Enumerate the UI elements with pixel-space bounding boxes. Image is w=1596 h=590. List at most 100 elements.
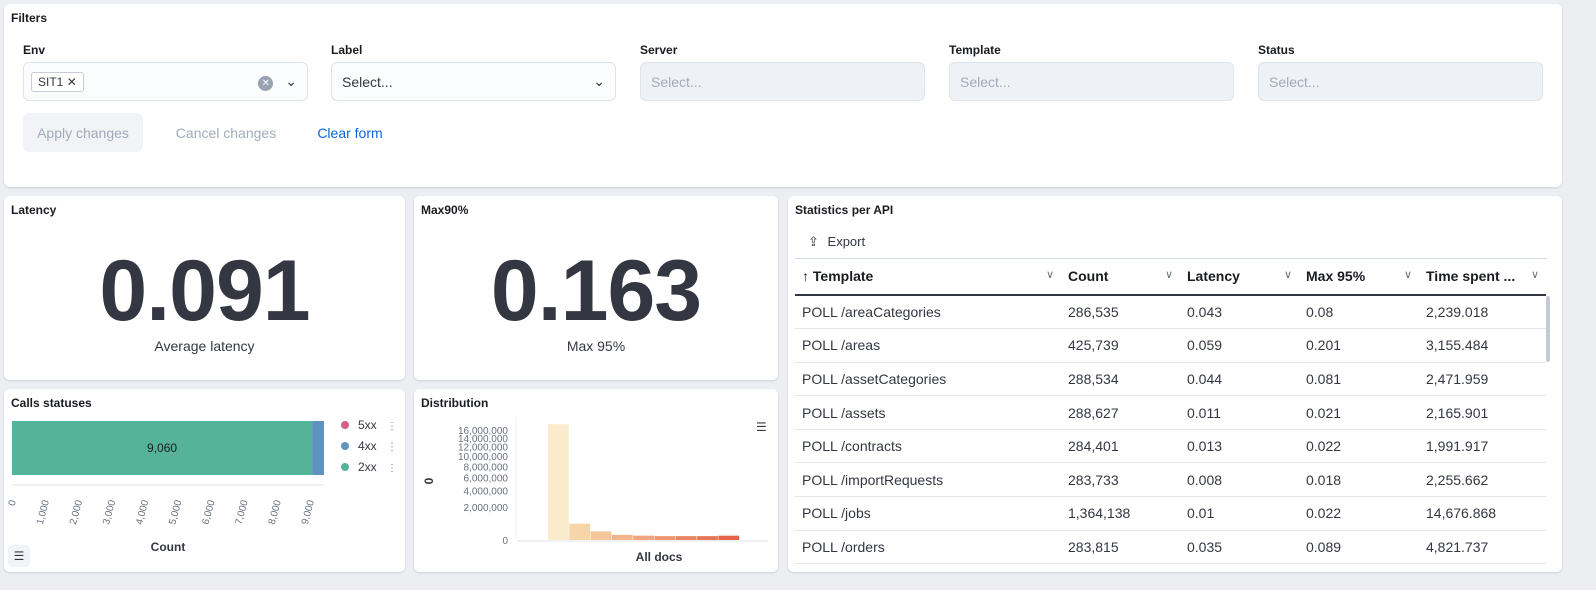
latency-panel: Latency 0.091 Average latency [4,196,405,380]
y-tick-label: 8,000,000 [464,462,509,473]
column-label: Template [812,268,874,284]
column-label: Latency [1187,268,1240,284]
chevron-down-icon[interactable]: ⌄ [285,73,297,89]
distribution-panel: Distribution 0 2,000,000 4,000,000 6,000,00… [414,389,778,572]
legend-options-icon: ⋮ [387,421,397,432]
apply-changes-button[interactable]: Apply changes [23,113,143,152]
table-cell: 0.021 [1299,395,1419,430]
bar-label: 9,060 [147,441,177,455]
legend-options-icon: ⋮ [387,463,397,474]
table-cell: 0.022 [1299,496,1419,531]
column-header[interactable]: ↑ Template ∨ [795,258,1061,296]
column-label: Max 95% [1306,268,1366,284]
column-header[interactable]: Count ∨ [1061,258,1180,296]
chevron-down-icon[interactable]: ∨ [1046,268,1054,281]
y-tick-label: 16,000,000 [458,426,508,437]
table-cell: 0.201 [1299,328,1419,363]
table-cell: 0.035 [1180,530,1299,565]
clear-form-link[interactable]: Clear form [310,113,390,152]
export-button[interactable]: ⇪ Export [808,234,865,250]
table-cell: 283,815 [1061,530,1180,565]
cancel-changes-button[interactable]: Cancel changes [164,113,288,152]
template-combobox[interactable]: Select... [949,62,1234,101]
chip-label: SIT1 [38,74,64,89]
table-cell: 1,364,138 [1061,496,1180,531]
table-cell: 3,155.484 [1419,328,1546,363]
x-tick-label: 5,000 [167,499,184,526]
sort-ascending-icon: ↑ [802,268,813,284]
chevron-down-icon[interactable]: ∨ [1284,268,1292,281]
table-cell: 286,535 [1061,295,1180,330]
calls-statuses-chart: 9,060 0 1,000 2,000 3,000 4,000 5,000 6,000 7,00… [7,418,397,554]
scrollbar[interactable] [1546,296,1550,362]
x-axis-title: Count [151,540,186,554]
chevron-down-icon[interactable]: ⌄ [593,73,605,90]
legend-toggle-button[interactable]: ☰ [8,545,30,567]
histogram-bar [697,536,718,540]
y-axis-title: 0 [422,477,436,484]
x-tick-label: 7,000 [234,499,251,526]
max90-label: Max 95% [566,338,626,354]
histogram-bar [718,535,740,540]
legend-toggle-icon[interactable]: ☰ [756,420,767,434]
table-cell: POLL /orders [795,530,1061,565]
x-axis-title: All docs [636,550,683,564]
table-cell: 0.013 [1180,429,1299,464]
table-cell: 0.043 [1180,295,1299,330]
table-cell: POLL /areaCategories [795,295,1061,330]
x-tick-label: 0 [7,499,19,508]
table-cell: 0.018 [1299,462,1419,498]
column-header[interactable]: Time spent ... ∨ [1419,258,1546,296]
table-row: POLL /areaCategories 286,535 0.043 0.08 2,23… [795,295,1546,330]
status-label: Status [1258,43,1295,57]
histogram-bar [548,424,569,540]
chip-remove-icon[interactable]: ✕ [67,75,77,89]
table-cell: POLL /assetCategories [795,362,1061,397]
table-cell: 0.089 [1299,530,1419,565]
y-tick-label: 10,000,000 [458,452,508,463]
column-label: Count [1068,268,1109,284]
bar-4xx [312,421,324,475]
server-label: Server [640,43,678,57]
distribution-chart: 0 2,000,000 4,000,000 6,000,0008,000,00010,… [422,417,768,564]
column-header[interactable]: Latency ∨ [1180,258,1299,296]
chevron-down-icon[interactable]: ∨ [1165,268,1173,281]
server-combobox[interactable]: Select... [640,62,925,101]
stats-table: ↑ Template ∨ Count ∨ Latency ∨ Max 95% ∨ Time sp… [795,258,1546,565]
histogram-bar [633,535,654,540]
label-combobox[interactable]: Select... ⌄ [331,62,616,101]
env-chip[interactable]: SIT1 ✕ [31,71,84,92]
table-cell: 1,991.917 [1419,429,1546,464]
template-placeholder: Select... [960,73,1011,90]
clear-icon[interactable]: ✕ [258,75,274,91]
max90-panel: Max90% 0.163 Max 95% [414,196,778,380]
table-cell: 0.022 [1299,429,1419,464]
calls-statuses-panel: Calls statuses 9,060 0 1,000 2,000 3,000 4,00… [4,389,405,572]
x-tick-label: 4,000 [134,499,151,526]
chevron-down-icon[interactable]: ∨ [1531,268,1539,281]
max90-title: Max90% [421,203,469,217]
table-cell: 425,739 [1061,328,1180,363]
histogram-bar [654,536,676,540]
table-row: POLL /importRequests 283,733 0.008 0.018 2,2… [795,462,1546,498]
env-combobox[interactable]: SIT1 ✕ ✕ ⌄ [23,62,308,101]
table-row: POLL /assetCategories 288,534 0.044 0.081 2,… [795,362,1546,397]
column-label: Time spent ... [1426,268,1516,284]
label-label: Label [331,43,363,57]
histogram-bar [569,523,591,540]
table-cell: POLL /contracts [795,429,1061,464]
table-row: POLL /assets 288,627 0.011 0.021 2,165.901 [795,395,1546,430]
column-header[interactable]: Max 95% ∨ [1299,258,1419,296]
label-placeholder: Select... [342,73,393,90]
status-combobox[interactable]: Select... [1258,62,1543,101]
y-tick-label: 2,000,000 [464,503,509,514]
x-tick-label: 6,000 [201,499,218,526]
legend-swatch [341,463,349,471]
table-row: POLL /orders 283,815 0.035 0.089 4,821.737 [795,530,1546,565]
legend-item-2xx: 2xx [358,460,377,474]
table-cell: 2,165.901 [1419,395,1546,430]
table-cell: 2,255.662 [1419,462,1546,498]
table-row: POLL /jobs 1,364,138 0.01 0.022 14,676.868 [795,496,1546,531]
table-cell: 0.081 [1299,362,1419,397]
chevron-down-icon[interactable]: ∨ [1404,268,1412,281]
